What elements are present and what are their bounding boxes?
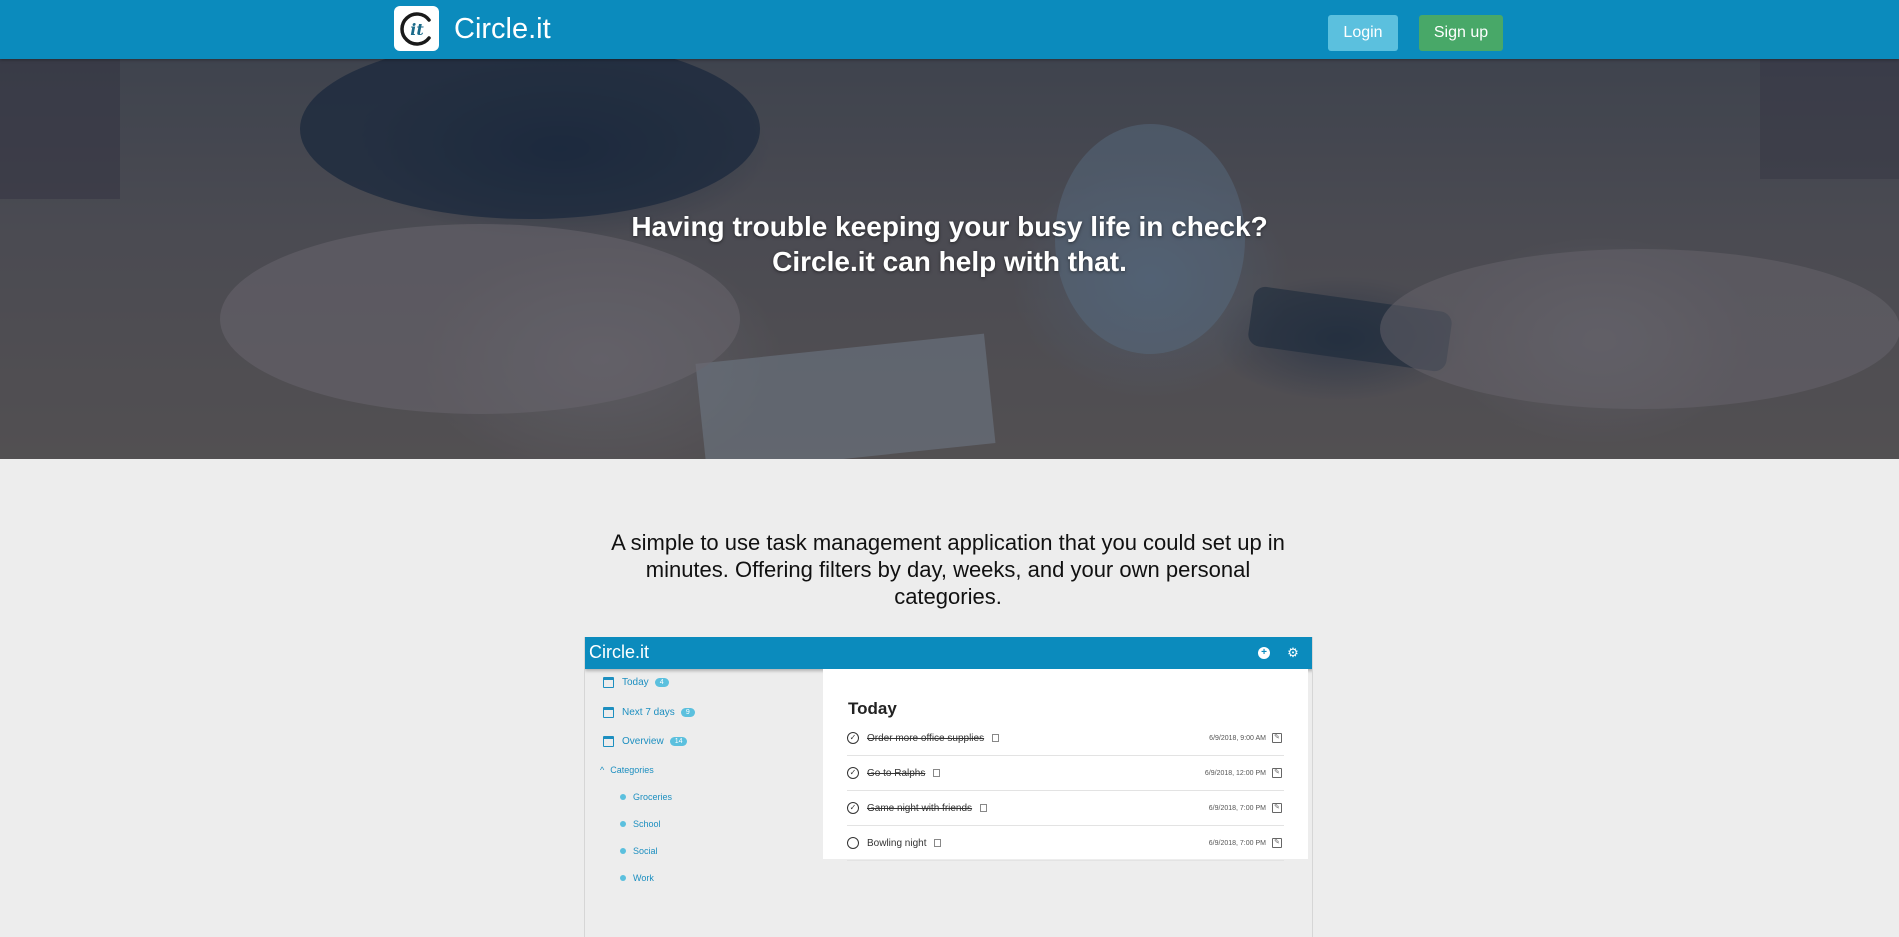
calendar-week-icon (603, 707, 614, 718)
preview-categories-label: Categories (610, 765, 654, 775)
preview-sidebar-overview-count: 14 (669, 737, 688, 746)
preview-task-time: 6/9/2018, 7:00 PM (1208, 839, 1266, 847)
preview-task-name: Bowling night (867, 837, 927, 849)
preview-sidebar-next7: Next 7 days 9 (603, 707, 695, 718)
preview-category-label: Groceries (633, 792, 673, 802)
category-dot-icon (620, 848, 626, 854)
preview-category-label: School (633, 819, 661, 829)
preview-panel-title: Today (848, 699, 897, 718)
preview-category-item: School (620, 819, 661, 829)
empty-circle-icon (847, 837, 859, 849)
preview-task-row: Bowling night 6/9/2018, 7:00 PM ✎ (847, 826, 1284, 861)
preview-sidebar-today-label: Today (622, 677, 649, 688)
brand-logo[interactable]: it (394, 6, 439, 51)
preview-category-item: Groceries (620, 792, 672, 802)
preview-category-item: Work (620, 873, 654, 883)
note-icon (934, 839, 942, 847)
preview-task-time: 6/9/2018, 9:00 AM (1209, 734, 1266, 742)
top-navbar: it Circle.it Login Sign up (0, 0, 1899, 59)
preview-app-bar: Circle.it + ⚙ (585, 637, 1312, 669)
checked-circle-icon: ✓ (847, 732, 859, 744)
preview-task-row: ✓ Order more office supplies 6/9/2018, 9… (847, 721, 1284, 756)
note-icon (933, 769, 941, 777)
gear-icon: ⚙ (1287, 645, 1299, 660)
svg-text:it: it (410, 20, 424, 39)
preview-task-time: 6/9/2018, 12:00 PM (1204, 769, 1266, 777)
edit-icon: ✎ (1272, 838, 1282, 848)
preview-task-name: Game night with friends (867, 802, 973, 814)
preview-task-row: ✓ Go to Ralphs 6/9/2018, 12:00 PM ✎ (847, 756, 1284, 791)
preview-sidebar-categories: ^ Categories (600, 765, 654, 775)
preview-task-time: 6/9/2018, 7:00 PM (1208, 804, 1266, 812)
chevron-up-icon: ^ (600, 765, 605, 775)
preview-sidebar-today: Today 4 (603, 677, 669, 688)
app-preview-screenshot: Circle.it + ⚙ Today 4 Next 7 days 9 Over… (584, 637, 1313, 937)
preview-task-row: ✓ Game night with friends 6/9/2018, 7:00… (847, 791, 1284, 826)
signup-button[interactable]: Sign up (1419, 15, 1503, 51)
preview-task-name: Order more office supplies (867, 732, 985, 744)
hero-headline: Having trouble keeping your busy life in… (0, 209, 1899, 279)
product-description: A simple to use task management applicat… (611, 530, 1285, 609)
plus-circle-icon: + (1258, 647, 1270, 659)
preview-task-name: Go to Ralphs (867, 767, 926, 779)
hero-line-1: Having trouble keeping your busy life in… (631, 211, 1268, 242)
preview-category-item: Social (620, 846, 658, 856)
edit-icon: ✎ (1272, 803, 1282, 813)
login-button[interactable]: Login (1328, 15, 1398, 51)
preview-app-title: Circle.it (589, 642, 650, 662)
hero-line-2: Circle.it can help with that. (772, 246, 1127, 277)
category-dot-icon (620, 875, 626, 881)
note-icon (980, 804, 988, 812)
preview-sidebar-overview: Overview 14 (603, 736, 688, 747)
preview-sidebar-next7-count: 9 (680, 708, 695, 717)
preview-category-label: Work (633, 873, 654, 883)
category-dot-icon (620, 794, 626, 800)
checked-circle-icon: ✓ (847, 802, 859, 814)
edit-icon: ✎ (1272, 733, 1282, 743)
category-dot-icon (620, 821, 626, 827)
preview-sidebar-overview-label: Overview (622, 736, 664, 747)
preview-task-panel: Today ✓ Order more office supplies 6/9/2… (823, 669, 1308, 861)
edit-icon: ✎ (1272, 768, 1282, 778)
brand-name[interactable]: Circle.it (454, 13, 551, 46)
checked-circle-icon: ✓ (847, 767, 859, 779)
note-icon (992, 734, 1000, 742)
preview-sidebar-next7-label: Next 7 days (622, 707, 675, 718)
clipboard-icon (603, 736, 614, 747)
preview-sidebar-today-count: 4 (654, 678, 669, 687)
calendar-icon (603, 677, 614, 688)
preview-category-label: Social (633, 846, 658, 856)
hero-banner: Having trouble keeping your busy life in… (0, 59, 1899, 459)
circle-it-logo-icon: it (399, 11, 431, 46)
